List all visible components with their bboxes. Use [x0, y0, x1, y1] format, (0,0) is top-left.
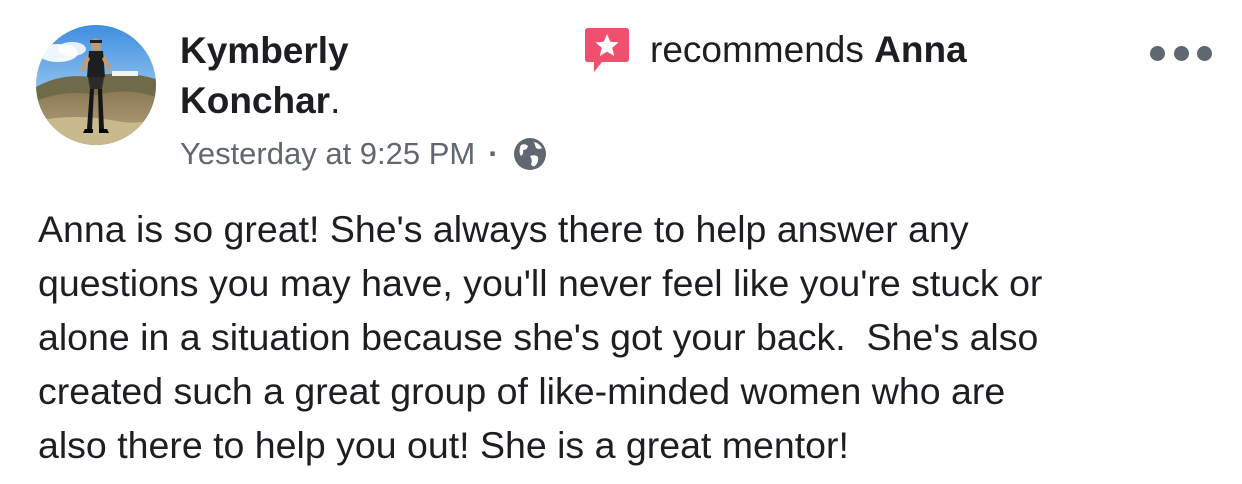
avatar-photo	[36, 25, 156, 145]
post-body-line: questions you may have, you'll never fee…	[38, 262, 1043, 304]
meta-separator: ·	[488, 136, 499, 171]
recommendation-header: recommends Anna	[582, 25, 967, 75]
post-meta: Yesterday at 9:25 PM ·	[180, 132, 548, 176]
recommendation-post: Kymberly Konchar. recommends Anna Yester…	[0, 0, 1242, 484]
avatar[interactable]	[36, 25, 156, 145]
author-name-period: .	[330, 80, 341, 121]
recommendation-star-icon	[585, 28, 629, 72]
post-body-line: created such a great group of like-minde…	[38, 370, 1006, 412]
post-body: Anna is so great! She's always there to …	[38, 202, 1228, 472]
author-last-name[interactable]: Konchar	[180, 80, 330, 121]
globe-icon[interactable]	[512, 136, 548, 172]
post-body-line: Anna is so great! She's always there to …	[38, 208, 969, 250]
post-timestamp[interactable]: Yesterday at 9:25 PM	[180, 136, 475, 172]
post-body-line: alone in a situation because she's got y…	[38, 316, 1039, 358]
recommendation-verb: recommends	[650, 29, 864, 70]
post-body-line: also there to help you out! She is a gre…	[38, 424, 849, 466]
more-dot	[1197, 45, 1212, 61]
recommendation-text: recommends Anna	[650, 25, 967, 75]
recommendation-target[interactable]: Anna	[874, 29, 967, 70]
more-dot	[1173, 45, 1189, 61]
author-name[interactable]: Kymberly Konchar.	[180, 26, 440, 126]
more-options-icon[interactable]	[1150, 36, 1212, 70]
more-dot	[1150, 45, 1165, 61]
author-first-name[interactable]: Kymberly	[180, 30, 349, 71]
